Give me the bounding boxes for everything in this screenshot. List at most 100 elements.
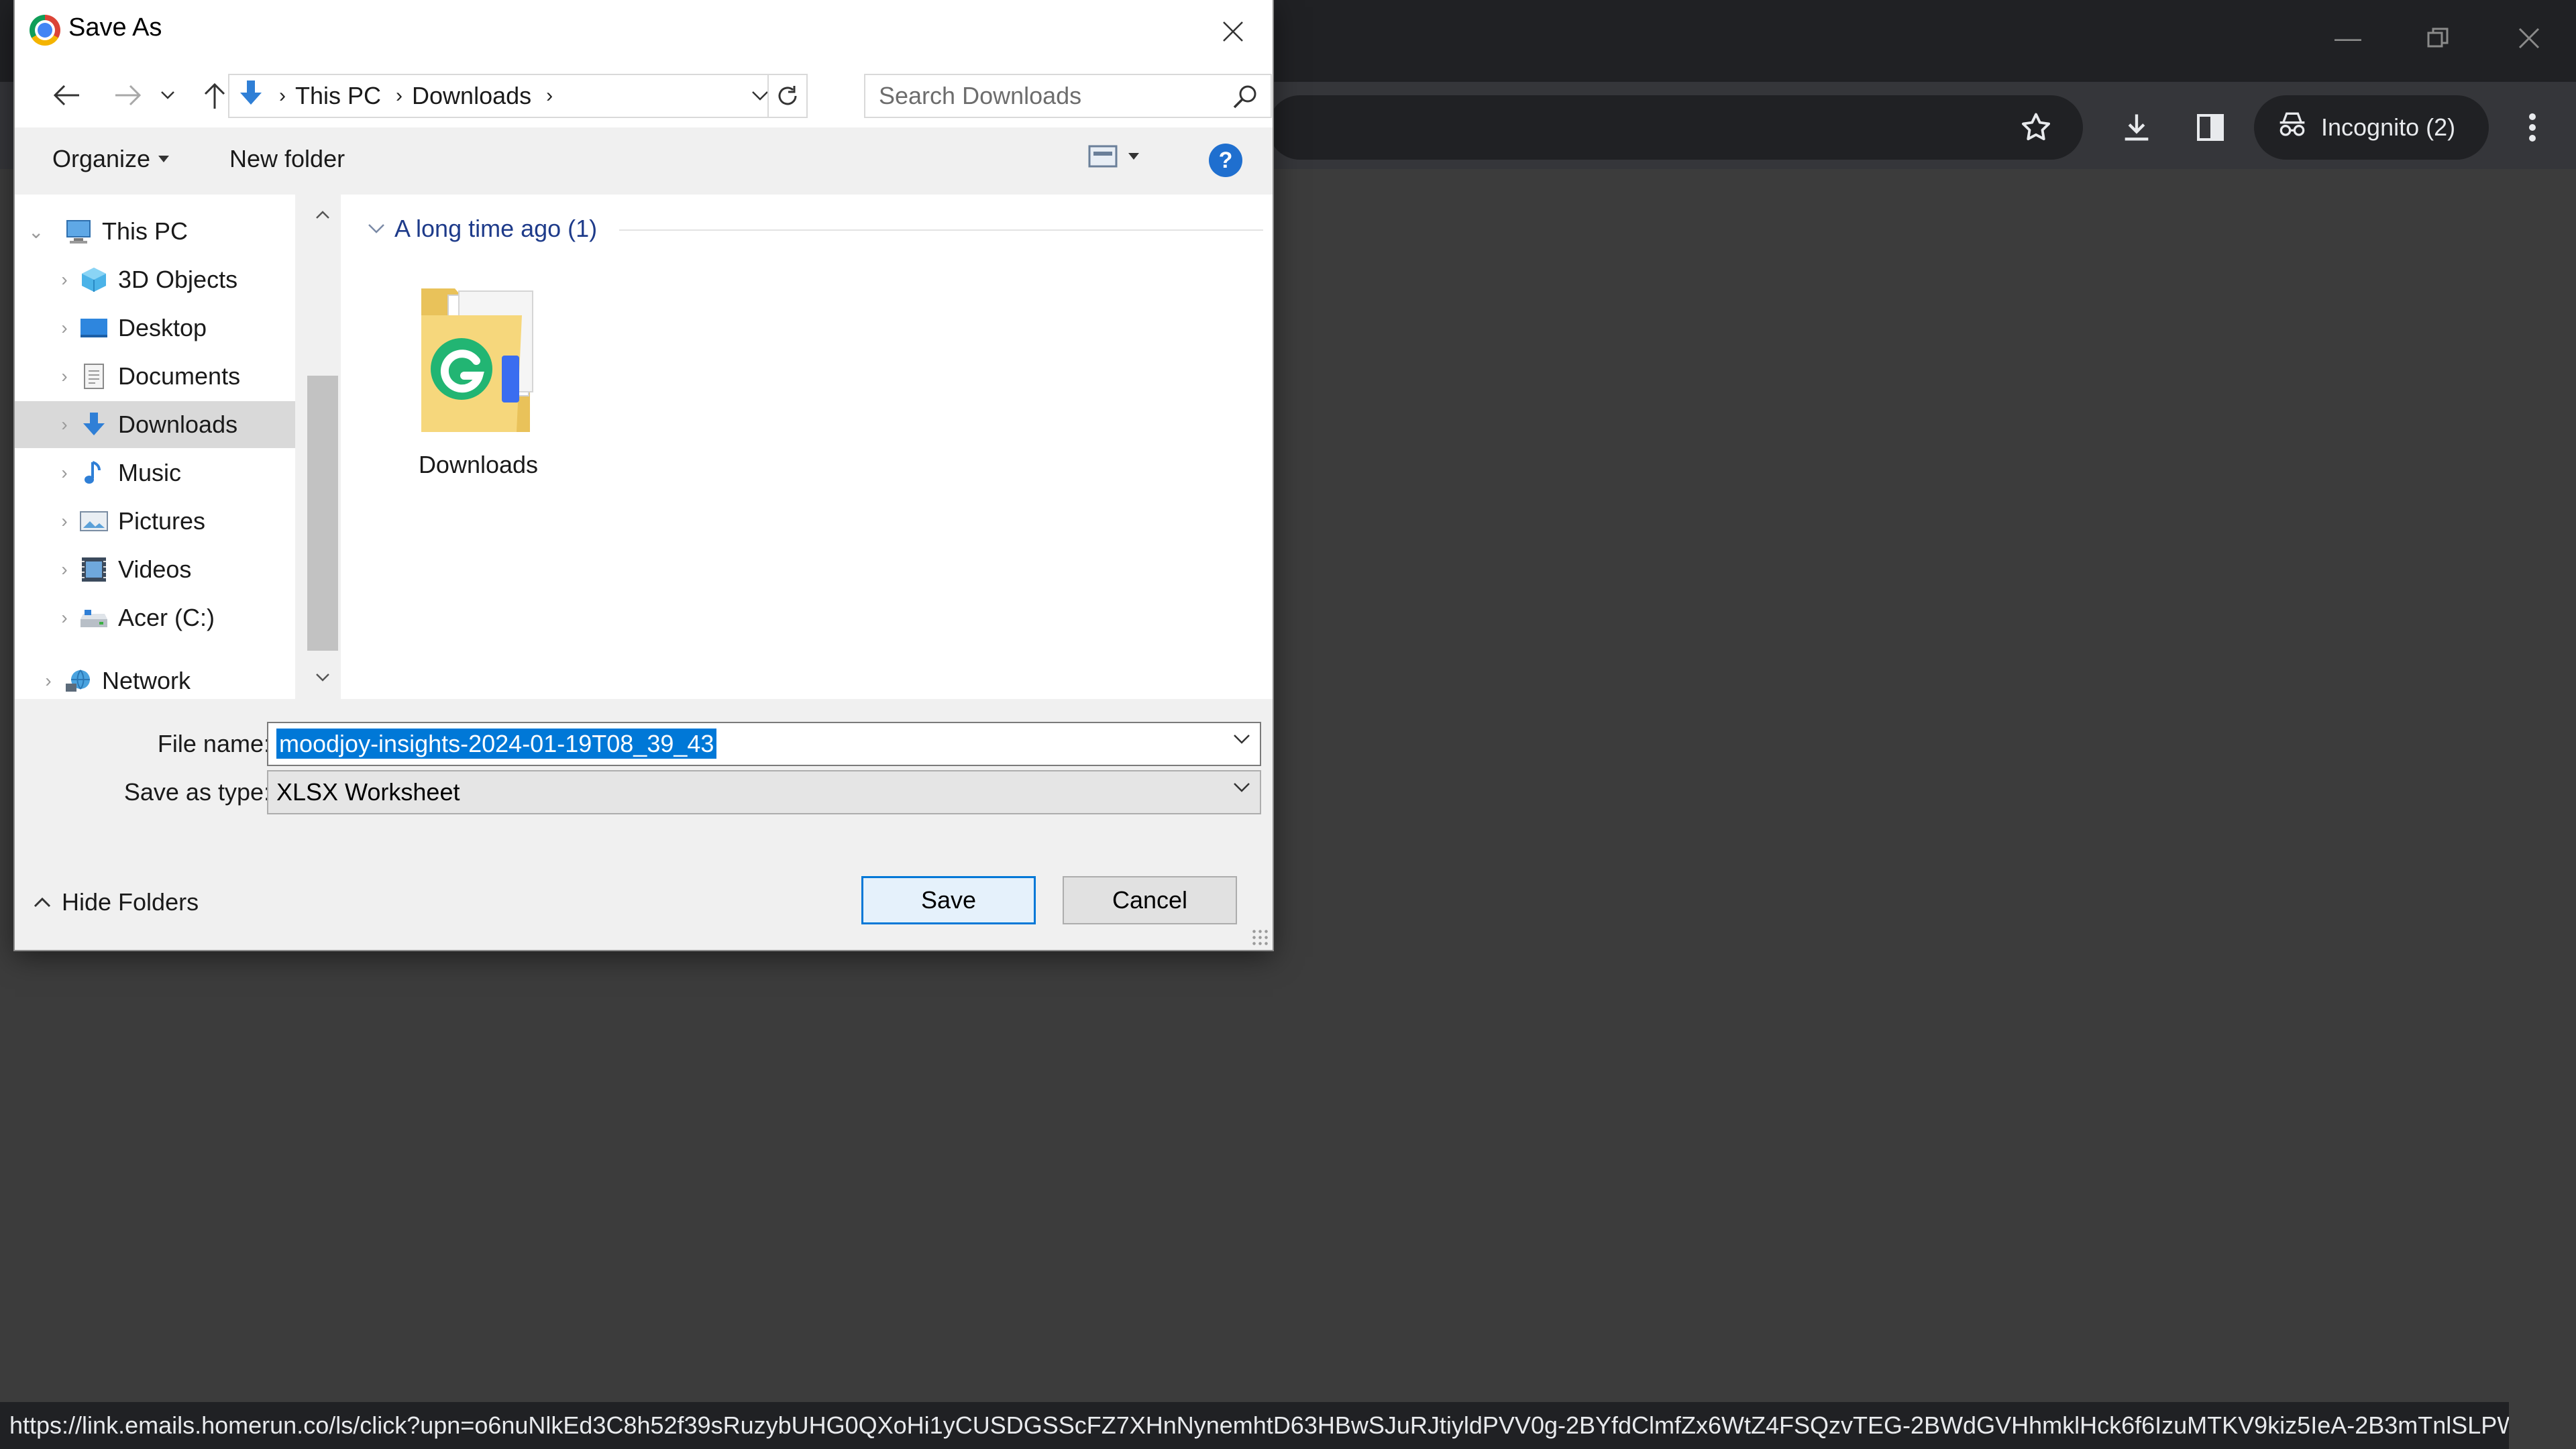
save-as-type-select[interactable]: XLSX Worksheet — [267, 770, 1261, 814]
navigation-scrollbar[interactable] — [295, 195, 341, 699]
view-options-button[interactable] — [1088, 142, 1139, 170]
command-bar: Organize New folder ? — [15, 127, 1273, 195]
search-input[interactable] — [877, 81, 1216, 111]
tree-item-network[interactable]: › Network — [15, 657, 295, 699]
file-name-label: File name: — [157, 730, 270, 757]
close-icon[interactable] — [2502, 15, 2556, 62]
breadcrumb-this-pc[interactable]: This PC — [295, 82, 381, 110]
pc-icon — [64, 218, 94, 245]
restore-icon[interactable] — [2411, 15, 2465, 62]
tree-label: Downloads — [118, 411, 238, 438]
file-item-downloads[interactable]: Downloads — [401, 275, 555, 496]
minimize-icon[interactable]: — — [2321, 15, 2375, 62]
refresh-icon — [778, 86, 797, 105]
chevron-right-icon[interactable]: › — [58, 414, 71, 435]
chevron-down-icon — [752, 91, 768, 101]
up-arrow-icon — [204, 83, 225, 109]
music-icon — [79, 460, 109, 486]
save-options-pane: File name: moodjoy-insights-2024-01-19T0… — [15, 699, 1273, 950]
tree-label: Music — [118, 459, 182, 486]
chevron-right-icon[interactable]: › — [58, 269, 71, 290]
close-icon — [1223, 21, 1243, 42]
dialog-close-button[interactable] — [1210, 8, 1256, 55]
cancel-button[interactable]: Cancel — [1063, 876, 1237, 924]
new-folder-button[interactable]: New folder — [229, 145, 345, 173]
resize-grip-icon[interactable] — [1251, 928, 1269, 946]
tree-label: Network — [102, 667, 191, 694]
scroll-down-icon[interactable] — [307, 664, 338, 691]
tree-item-music[interactable]: › Music — [15, 449, 295, 496]
omnibox[interactable] — [1268, 95, 2083, 160]
search-box[interactable] — [864, 74, 1272, 118]
tree-label: This PC — [102, 217, 189, 245]
forward-arrow-icon — [115, 85, 142, 106]
scrollbar-thumb[interactable] — [307, 376, 338, 651]
tree-item-acer-c[interactable]: › Acer (C:) — [15, 594, 295, 641]
documents-icon — [79, 363, 109, 390]
address-bar[interactable]: › This PC › Downloads › — [228, 74, 808, 118]
save-as-type-value: XLSX Worksheet — [276, 778, 460, 806]
file-name-combobox[interactable]: moodjoy-insights-2024-01-19T08_39_43 — [267, 722, 1261, 766]
save-as-type-label: Save as type: — [123, 778, 270, 806]
back-button[interactable] — [47, 75, 87, 115]
chevron-right-icon[interactable]: › — [58, 607, 71, 629]
hide-folders-label: Hide Folders — [62, 888, 199, 916]
breadcrumb-downloads[interactable]: Downloads — [412, 82, 531, 110]
side-panel-icon[interactable] — [2187, 104, 2234, 151]
forward-button[interactable] — [107, 75, 148, 115]
chevron-right-icon[interactable]: › — [58, 366, 71, 387]
scroll-up-icon[interactable] — [307, 201, 338, 228]
view-icon — [1088, 145, 1118, 168]
tree-item-documents[interactable]: › Documents — [15, 353, 295, 400]
chevron-down-icon[interactable] — [1233, 734, 1250, 748]
pictures-icon — [79, 508, 109, 535]
status-bar-url: https://link.emails.homerun.co/ls/click?… — [0, 1402, 2509, 1449]
chevron-down-icon — [368, 224, 384, 233]
chevron-right-icon[interactable]: › — [58, 511, 71, 532]
download-icon[interactable] — [2113, 104, 2160, 151]
chevron-down-icon[interactable] — [1233, 782, 1250, 796]
chevron-right-icon[interactable]: › — [58, 462, 71, 484]
more-icon[interactable] — [2509, 104, 2556, 151]
incognito-button[interactable]: Incognito (2) — [2254, 95, 2489, 160]
hide-folders-button[interactable]: Hide Folders — [34, 888, 199, 916]
navigation-pane: ⌄ This PC › 3D Objects › Desktop › Docum… — [15, 195, 310, 699]
new-folder-label: New folder — [229, 145, 345, 172]
group-header[interactable]: A long time ago (1) — [368, 215, 597, 243]
videos-icon — [79, 556, 109, 583]
file-item-label: Downloads — [418, 451, 539, 478]
refresh-button[interactable] — [767, 75, 806, 117]
group-header-label: A long time ago (1) — [394, 215, 598, 242]
chevron-right-icon[interactable]: › — [58, 317, 71, 339]
recent-locations-button[interactable] — [154, 75, 181, 115]
dialog-title: Save As — [68, 13, 162, 42]
breadcrumb-separator-icon: › — [546, 85, 553, 107]
incognito-icon — [2275, 111, 2309, 144]
tree-item-3d-objects[interactable]: › 3D Objects — [15, 256, 295, 303]
chevron-right-icon[interactable]: › — [42, 670, 55, 692]
star-icon[interactable] — [2012, 104, 2059, 151]
expanded-chevron-icon[interactable]: ⌄ — [28, 221, 44, 243]
tree-item-pictures[interactable]: › Pictures — [15, 498, 295, 545]
file-name-input[interactable]: moodjoy-insights-2024-01-19T08_39_43 — [276, 729, 717, 759]
tree-item-videos[interactable]: › Videos — [15, 546, 295, 593]
tree-item-downloads[interactable]: › Downloads — [15, 401, 295, 448]
address-dropdown-button[interactable] — [751, 75, 769, 117]
tree-item-this-pc[interactable]: ⌄ This PC — [15, 208, 295, 255]
save-button[interactable]: Save — [861, 876, 1036, 924]
downloads-icon — [79, 411, 109, 438]
tree-label: Desktop — [118, 314, 207, 341]
tree-item-desktop[interactable]: › Desktop — [15, 305, 295, 352]
chevron-up-icon — [34, 897, 51, 908]
breadcrumb-separator-icon: › — [279, 85, 286, 107]
help-icon[interactable]: ? — [1209, 144, 1242, 177]
organize-button[interactable]: Organize — [52, 145, 170, 173]
tree-label: 3D Objects — [118, 266, 238, 293]
back-arrow-icon — [53, 85, 79, 106]
caret-down-icon — [158, 156, 170, 162]
navigation-bar: › This PC › Downloads › — [15, 60, 1273, 127]
tree-label: Videos — [118, 555, 192, 583]
chevron-right-icon[interactable]: › — [58, 559, 71, 580]
group-divider — [619, 229, 1263, 231]
tree-label: Documents — [118, 362, 241, 390]
